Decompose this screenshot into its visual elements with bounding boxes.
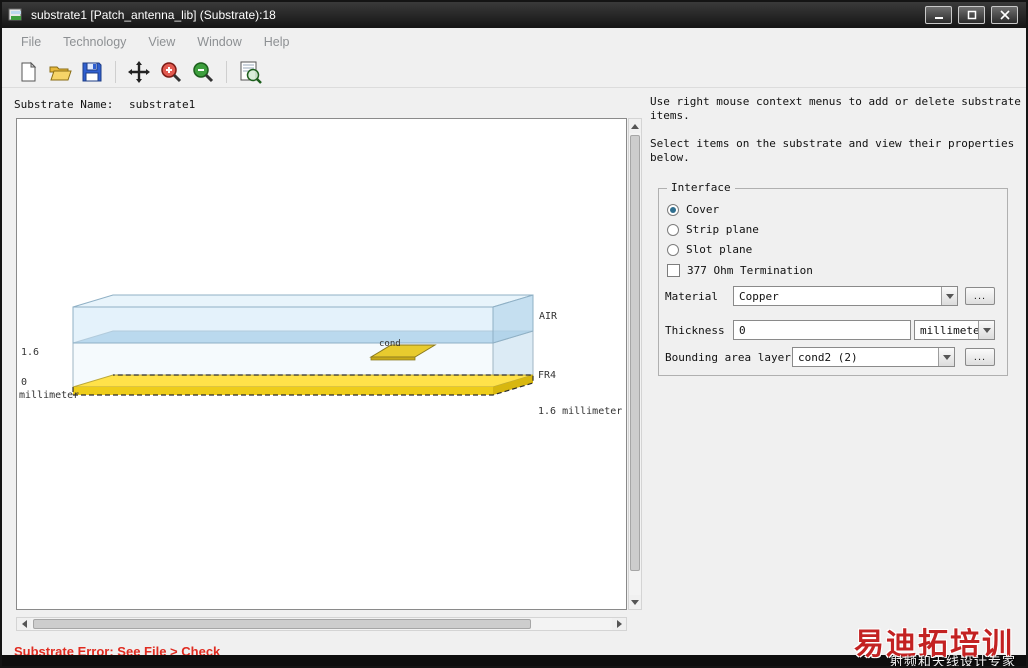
watermark-subtitle: 射频和天线设计专家 xyxy=(889,655,1016,668)
horizontal-scroll-thumb[interactable] xyxy=(33,619,531,629)
save-icon xyxy=(82,62,102,81)
radio-selected-dot xyxy=(670,206,676,213)
fr4-name: FR4 xyxy=(538,370,557,381)
material-browse-button[interactable]: ... xyxy=(965,287,995,305)
minimize-icon xyxy=(934,17,943,19)
termination-checkbox-label: 377 Ohm Termination xyxy=(687,264,813,277)
fr4-thickness: 1.6 millimeter xyxy=(538,406,623,417)
new-file-icon xyxy=(21,61,37,81)
radio-cover-circle xyxy=(667,203,679,216)
horizontal-scrollbar[interactable] xyxy=(16,617,627,631)
help-text-context-menus: Use right mouse context menus to add or … xyxy=(650,95,1021,122)
zoom-out-button[interactable] xyxy=(189,58,217,86)
bounding-layer-label: Bounding area layer: xyxy=(665,351,798,364)
zoom-fit-button[interactable] xyxy=(236,58,264,86)
scroll-down-button[interactable] xyxy=(629,595,641,609)
interface-groupbox: Interface Cover Strip plane Slot plane 3… xyxy=(658,181,1008,376)
close-icon xyxy=(999,10,1010,20)
down-arrow-icon xyxy=(631,599,639,605)
interface-group-title: Interface xyxy=(667,181,735,194)
dim-0-label: 0 xyxy=(21,377,28,388)
material-value: Copper xyxy=(739,289,779,303)
window-title: substrate1 [Patch_antenna_lib] (Substrat… xyxy=(31,8,276,22)
thickness-input[interactable] xyxy=(733,320,911,340)
bounding-layer-value: cond2 (2) xyxy=(798,350,858,364)
radio-slot-circle xyxy=(667,243,679,256)
zoom-fit-icon xyxy=(240,61,262,84)
zoom-out-icon xyxy=(193,61,214,82)
open-button[interactable] xyxy=(46,58,74,86)
air-layer[interactable] xyxy=(72,294,534,344)
substrate-name-value: substrate1 xyxy=(128,98,196,111)
up-arrow-icon xyxy=(631,123,639,129)
termination-checkbox-row[interactable]: 377 Ohm Termination xyxy=(667,264,813,277)
pan-icon xyxy=(128,60,150,83)
radio-slot-label: Slot plane xyxy=(686,243,753,256)
radio-strip-circle xyxy=(667,223,679,236)
vertical-scrollbar[interactable] xyxy=(628,118,642,610)
vertical-scroll-thumb[interactable] xyxy=(630,135,640,571)
thickness-label: Thickness xyxy=(665,324,725,337)
cond2-ground-layer[interactable] xyxy=(72,374,534,396)
scroll-left-button[interactable] xyxy=(17,618,31,630)
scroll-right-button[interactable] xyxy=(612,618,626,630)
radio-strip-plane[interactable]: Strip plane xyxy=(667,223,759,236)
radio-slot-plane[interactable]: Slot plane xyxy=(667,243,752,256)
air-label: AIR xyxy=(539,311,558,322)
material-label: Material xyxy=(665,290,718,303)
pan-button[interactable] xyxy=(125,58,153,86)
app-icon xyxy=(8,8,22,21)
radio-strip-label: Strip plane xyxy=(686,223,759,236)
thickness-unit-value: millimeter xyxy=(920,323,978,337)
menu-file[interactable]: File xyxy=(10,31,52,53)
radio-cover-label: Cover xyxy=(686,203,720,216)
thickness-unit-select[interactable]: millimeter xyxy=(914,320,995,340)
scroll-up-button[interactable] xyxy=(629,119,641,133)
maximize-icon xyxy=(967,10,976,20)
open-folder-icon xyxy=(49,66,72,80)
app-window: substrate1 [Patch_antenna_lib] (Substrat… xyxy=(0,0,1028,668)
help-text-select-items: Select items on the substrate and view t… xyxy=(650,137,1015,164)
close-button[interactable] xyxy=(991,6,1018,24)
menu-window[interactable]: Window xyxy=(186,31,252,53)
cond-label: cond xyxy=(379,339,401,349)
menu-view[interactable]: View xyxy=(137,31,186,53)
fr4-label: FR4 1.6 millimeter xyxy=(538,346,622,442)
chevron-down-icon xyxy=(941,287,957,305)
bounding-browse-button[interactable]: ... xyxy=(965,348,995,366)
zoom-in-button[interactable] xyxy=(157,58,185,86)
substrate-canvas[interactable]: AIR FR4 1.6 millimeter cond 1.6 0 millim… xyxy=(16,118,627,610)
zoom-in-icon xyxy=(161,61,182,82)
termination-checkbox xyxy=(667,264,680,277)
maximize-button[interactable] xyxy=(958,6,985,24)
dim-1-6-label: 1.6 xyxy=(21,347,40,358)
substrate-3d-view xyxy=(72,294,534,396)
toolbar xyxy=(2,56,1026,88)
title-bar: substrate1 [Patch_antenna_lib] (Substrat… xyxy=(2,2,1026,28)
substrate-name-label: Substrate Name: xyxy=(14,98,114,111)
menu-technology[interactable]: Technology xyxy=(52,31,137,53)
bounding-layer-select[interactable]: cond2 (2) xyxy=(792,347,955,367)
right-arrow-icon xyxy=(616,620,622,628)
left-arrow-icon xyxy=(21,620,27,628)
dim-unit-label: millimeter xyxy=(19,390,80,401)
menu-bar: File Technology View Window Help xyxy=(2,28,1026,56)
chevron-down-icon xyxy=(978,321,994,339)
save-button[interactable] xyxy=(78,58,106,86)
minimize-button[interactable] xyxy=(925,6,952,24)
material-select[interactable]: Copper xyxy=(733,286,958,306)
menu-help[interactable]: Help xyxy=(253,31,301,53)
toolbar-separator xyxy=(226,60,227,83)
substrate-name-row: Substrate Name: substrate1 xyxy=(14,98,195,111)
new-file-button[interactable] xyxy=(14,58,42,86)
toolbar-separator xyxy=(115,60,116,83)
chevron-down-icon xyxy=(938,348,954,366)
radio-cover[interactable]: Cover xyxy=(667,203,719,216)
